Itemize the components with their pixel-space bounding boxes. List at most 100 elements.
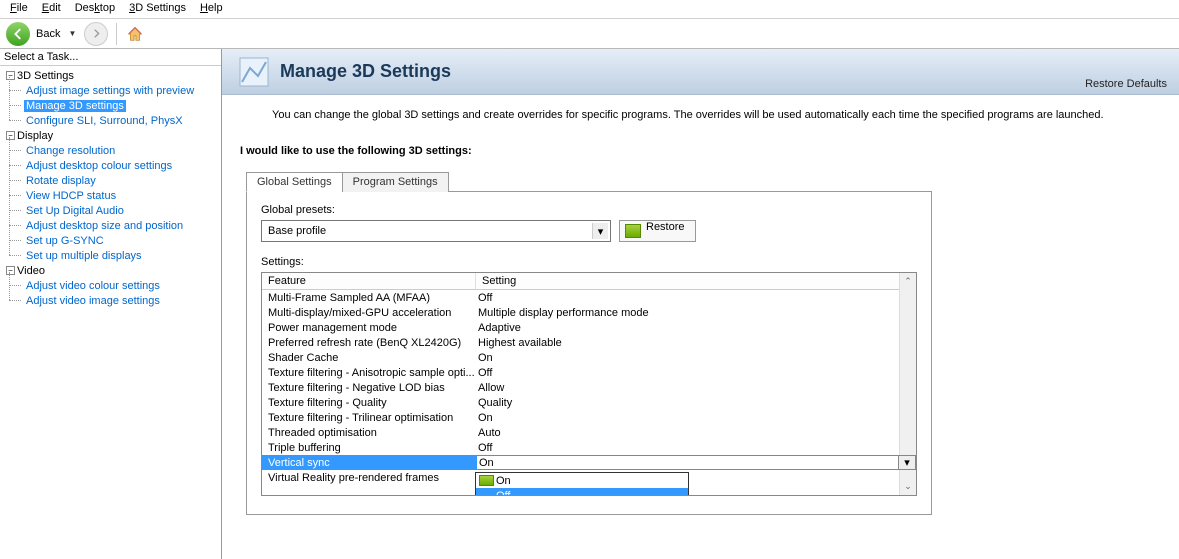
settings-row[interactable]: Power management modeAdaptive (262, 320, 916, 335)
forward-button[interactable] (84, 22, 108, 46)
scroll-down-icon[interactable]: ⌄ (900, 478, 916, 495)
tree-item[interactable]: Adjust video colour settings (16, 278, 221, 293)
home-button[interactable] (125, 24, 145, 44)
tree-item-label[interactable]: Manage 3D settings (24, 100, 126, 112)
scroll-up-icon[interactable]: ⌃ (900, 273, 916, 290)
settings-value: Off (476, 442, 916, 454)
tab[interactable]: Global Settings (246, 172, 343, 192)
settings-value: Auto (476, 427, 916, 439)
settings-feature: Vertical sync (262, 457, 476, 469)
dropdown-option[interactable]: On (476, 473, 688, 488)
settings-row[interactable]: Texture filtering - Anisotropic sample o… (262, 365, 916, 380)
back-button[interactable] (6, 22, 30, 46)
toolbar-separator (116, 23, 117, 45)
settings-row[interactable]: Shader CacheOn (262, 350, 916, 365)
global-presets-select[interactable]: Base profile ▾ (261, 220, 611, 242)
settings-value: Off (476, 292, 916, 304)
tree-item[interactable]: Rotate display (16, 173, 221, 188)
menu-file[interactable]: File (4, 1, 34, 17)
settings-row[interactable]: Texture filtering - QualityQuality (262, 395, 916, 410)
tree-item[interactable]: View HDCP status (16, 188, 221, 203)
tree-toggle-icon[interactable]: − (6, 71, 15, 80)
tree-item[interactable]: Adjust video image settings (16, 293, 221, 308)
settings-row[interactable]: Threaded optimisationAuto (262, 425, 916, 440)
settings-value: Adaptive (476, 322, 916, 334)
settings-value: Highest available (476, 337, 916, 349)
tree-item[interactable]: Adjust desktop size and position (16, 218, 221, 233)
dropdown-option[interactable]: Off (476, 488, 688, 496)
settings-value: Quality (476, 397, 916, 409)
task-tree: −3D SettingsAdjust image settings with p… (0, 66, 221, 312)
settings-header: Feature Setting (262, 273, 916, 290)
settings-feature: Threaded optimisation (262, 427, 476, 439)
back-dropdown-caret[interactable]: ▼ (66, 29, 78, 38)
tree-group-label: 3D Settings (17, 70, 74, 82)
settings-feature: Multi-display/mixed-GPU acceleration (262, 307, 476, 319)
tree-item-label[interactable]: Rotate display (24, 175, 98, 187)
restore-preset-button[interactable]: Restore (619, 220, 696, 242)
tree-item-label[interactable]: Adjust desktop colour settings (24, 160, 174, 172)
title-icon (236, 54, 272, 90)
tree-item[interactable]: Set Up Digital Audio (16, 203, 221, 218)
settings-value[interactable]: On▾ (476, 455, 916, 470)
settings-list: ⌃ ⌄ Feature Setting Multi-Frame Sampled … (261, 272, 917, 496)
tabstrip: Global SettingsProgram Settings (246, 171, 932, 192)
menu-edit[interactable]: Edit (36, 1, 67, 17)
restore-defaults-link[interactable]: Restore Defaults (1085, 78, 1167, 90)
chevron-down-icon[interactable]: ▾ (898, 456, 915, 469)
tree-item-label[interactable]: Set up G-SYNC (24, 235, 106, 247)
tree-item-label[interactable]: Configure SLI, Surround, PhysX (24, 115, 185, 127)
settings-feature: Texture filtering - Negative LOD bias (262, 382, 476, 394)
col-feature[interactable]: Feature (262, 273, 476, 289)
menu-help[interactable]: Help (194, 1, 229, 17)
settings-row[interactable]: Texture filtering - Trilinear optimisati… (262, 410, 916, 425)
tree-toggle-icon[interactable]: − (6, 266, 15, 275)
settings-panel: Global SettingsProgram Settings Global p… (246, 171, 932, 515)
tree-item[interactable]: Set up G-SYNC (16, 233, 221, 248)
settings-label: Settings: (261, 256, 917, 268)
settings-row[interactable]: Multi-Frame Sampled AA (MFAA)Off (262, 290, 916, 305)
tree-item-label[interactable]: Set up multiple displays (24, 250, 144, 262)
global-presets-label: Global presets: (261, 204, 917, 216)
tree-item-label[interactable]: Adjust desktop size and position (24, 220, 185, 232)
tree-item[interactable]: Adjust image settings with preview (16, 83, 221, 98)
tab[interactable]: Program Settings (342, 172, 449, 192)
tree-group[interactable]: −3D Settings (4, 68, 221, 83)
settings-row[interactable]: Texture filtering - Negative LOD biasAll… (262, 380, 916, 395)
sidebar: Select a Task... −3D SettingsAdjust imag… (0, 49, 222, 559)
settings-row[interactable]: Triple bufferingOff (262, 440, 916, 455)
tree-item[interactable]: Manage 3D settings (16, 98, 221, 113)
settings-feature: Multi-Frame Sampled AA (MFAA) (262, 292, 476, 304)
nvidia-icon (479, 475, 494, 486)
tree-item-label[interactable]: Set Up Digital Audio (24, 205, 126, 217)
tree-item-label[interactable]: Adjust video image settings (24, 295, 162, 307)
menubar: File Edit Desktop 3D Settings Help (0, 0, 1179, 19)
tree-item-label[interactable]: Change resolution (24, 145, 117, 157)
arrow-right-icon (91, 28, 102, 39)
page-title: Manage 3D Settings (280, 61, 451, 82)
tree-group-label: Video (17, 265, 45, 277)
sidebar-header: Select a Task... (0, 49, 221, 66)
vsync-dropdown[interactable]: OnOff (475, 472, 689, 496)
tree-toggle-icon[interactable]: − (6, 131, 15, 140)
col-setting[interactable]: Setting (476, 273, 916, 289)
tree-item-label[interactable]: Adjust image settings with preview (24, 85, 196, 97)
tree-item[interactable]: Set up multiple displays (16, 248, 221, 263)
tree-item[interactable]: Configure SLI, Surround, PhysX (16, 113, 221, 128)
tree-item-label[interactable]: Adjust video colour settings (24, 280, 162, 292)
tree-item[interactable]: Change resolution (16, 143, 221, 158)
tree-item[interactable]: Adjust desktop colour settings (16, 158, 221, 173)
tree-group[interactable]: −Video (4, 263, 221, 278)
global-presets-value: Base profile (268, 225, 326, 237)
panel-body: Global presets: Base profile ▾ Restore S… (246, 192, 932, 515)
menu-desktop[interactable]: Desktop (69, 1, 121, 17)
arrow-left-icon (11, 27, 25, 41)
tree-group-label: Display (17, 130, 53, 142)
menu-3d-settings[interactable]: 3D Settings (123, 1, 192, 17)
settings-row[interactable]: Preferred refresh rate (BenQ XL2420G)Hig… (262, 335, 916, 350)
settings-row[interactable]: Multi-display/mixed-GPU accelerationMult… (262, 305, 916, 320)
settings-row[interactable]: Vertical syncOn▾ (262, 455, 916, 470)
tree-item-label[interactable]: View HDCP status (24, 190, 118, 202)
tree-group[interactable]: −Display (4, 128, 221, 143)
page-description: You can change the global 3D settings an… (222, 95, 1179, 129)
